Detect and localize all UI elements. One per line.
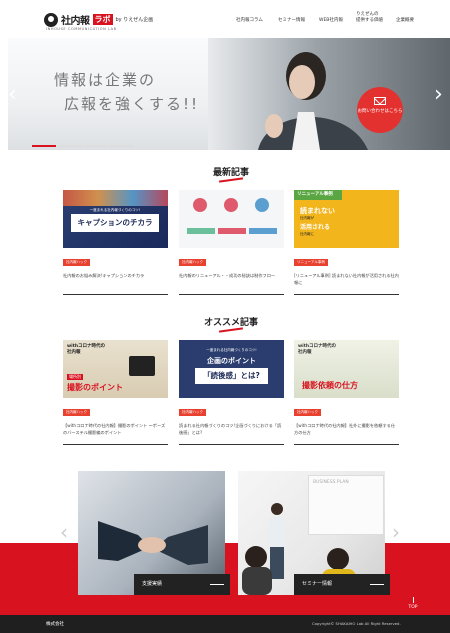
footer-company[interactable]: 株式会社 — [46, 621, 64, 627]
article-card[interactable]: 一度まれる社内報づくりのコツ! キャプションのチカラ 社内報ハック 社内報のお悩… — [63, 190, 168, 295]
thumbnail-text: 社内報 — [298, 350, 312, 355]
nav-item-company[interactable]: 企業概要 — [396, 17, 414, 23]
article-thumbnail[interactable]: withコロナ時代の 社内報 場所別 撮影のポイント — [63, 340, 168, 398]
flow-bar — [249, 228, 277, 234]
article-title[interactable]: 社内報のリニューアル・・成功の秘訣は制作フロー — [179, 272, 284, 288]
slide-label-achievements[interactable]: 支援実績 — [134, 574, 230, 595]
thumbnail-box: 「読後感」とは? — [195, 368, 268, 384]
thumbnail-title: キャプションのチカラ — [71, 214, 159, 232]
thumbnail-text: withコロナ時代の — [67, 344, 106, 349]
flow-step-icon — [224, 198, 238, 212]
recommend-section-title: オススメ記事 — [191, 315, 271, 328]
hero-dot-active[interactable] — [32, 145, 56, 147]
thumbnail-title: 企画のポイント — [207, 357, 256, 365]
thumbnail-header: リニューアル事例 — [294, 190, 342, 200]
hero-dot[interactable] — [84, 145, 108, 147]
thumbnail-strip — [63, 190, 168, 206]
article-title[interactable]: 読まれる社内報づくりのコツ!企画づくりにおける「読後感」とは? — [179, 422, 284, 438]
flow-step-icon — [193, 198, 207, 212]
hero-pagination — [32, 145, 134, 147]
nav-item-value[interactable]: りえぜんの 提供する価値 — [356, 12, 386, 24]
nav-item-column[interactable]: 社内報コラム — [236, 17, 263, 23]
article-card[interactable]: 社内報ハック 社内報のリニューアル・・成功の秘訣は制作フロー — [179, 190, 284, 295]
site-footer: 株式会社 Copyright© SHAKAIHO Lab All Right R… — [0, 615, 450, 633]
thumbnail-line1: withコロナ時代の 社内報 — [298, 344, 336, 356]
category-badge[interactable]: 社内報ハック — [294, 409, 321, 416]
hero-headline: 情報は企業の 広報を強くする!! — [54, 68, 199, 116]
article-card[interactable]: withコロナ時代の 社内報 撮影依頼の仕方 社内報ハック 【withコロナ時代の… — [294, 340, 399, 445]
logo-badge: ラボ — [92, 14, 113, 25]
thumbnail-line4: 社内報に — [300, 232, 314, 236]
hero-headline-line2: 広報を強くする!! — [64, 95, 200, 113]
category-badge[interactable]: リニューアル事例 — [294, 259, 328, 266]
article-thumbnail[interactable]: 一度まれる社内報づくりのコツ! キャプションのチカラ — [63, 190, 168, 248]
hero-dot[interactable] — [110, 145, 134, 147]
article-title[interactable]: 【withコロナ時代の社内報】社外に撮影を依頼する仕方の仕方 — [294, 422, 399, 438]
thumbnail-tag: 場所別 — [67, 374, 83, 380]
article-thumbnail[interactable] — [179, 190, 284, 248]
whiteboard: BUSINESS PLAN — [308, 475, 384, 535]
category-badge[interactable]: 社内報ハック — [63, 409, 90, 416]
article-card[interactable]: 一度まれる社内報づくりのコツ! 企画のポイント 「読後感」とは? 社内報ハック … — [179, 340, 284, 445]
article-thumbnail[interactable]: リニューアル事例 読まれない 社内報が 活用される 社内報に — [294, 190, 399, 248]
nav-item-seminar[interactable]: セミナー情報 — [278, 17, 305, 23]
flow-bar — [218, 228, 246, 234]
slider-next-arrow-icon[interactable]: › — [392, 520, 400, 544]
site-logo[interactable]: 社内報 ラボ by りえぜん企画 — [44, 12, 153, 27]
hero-dot[interactable] — [58, 145, 82, 147]
thumbnail-text: withコロナ時代の — [298, 344, 337, 349]
hero-prev-arrow-icon[interactable]: ‹ — [8, 82, 17, 107]
article-thumbnail[interactable]: withコロナ時代の 社内報 撮影依頼の仕方 — [294, 340, 399, 398]
slide-label-seminar[interactable]: セミナー情報 — [294, 574, 390, 595]
slider-prev-arrow-icon[interactable]: ‹ — [60, 520, 68, 544]
back-to-top-button[interactable]: TOP — [398, 597, 428, 615]
thumbnail-title: 撮影依頼の仕方 — [302, 381, 358, 390]
divider — [179, 444, 284, 445]
nav-item-web[interactable]: WEB社内報 — [319, 17, 343, 23]
thumbnail-subtitle: 一度まれる社内報づくりのコツ! — [206, 348, 257, 352]
latest-section-title: 最新記事 — [191, 165, 271, 178]
thumbnail-line3: 活用される — [300, 224, 331, 231]
hero-photo — [258, 52, 368, 150]
category-badge[interactable]: 社内報ハック — [179, 409, 206, 416]
category-badge[interactable]: 社内報ハック — [63, 259, 90, 266]
handshake-photo — [98, 521, 208, 565]
flow-step-icon — [255, 198, 269, 212]
logo-icon — [44, 12, 58, 27]
site-header: 社内報 ラボ by りえぜん企画 INHOUSE COMMUNICATION L… — [0, 0, 450, 40]
article-title[interactable]: 社内報のお悩み解決!キャプションのチカラ — [63, 272, 168, 288]
flow-bar — [187, 228, 215, 234]
contact-button-label: お問い合わせはこちら — [357, 109, 403, 114]
logo-by: by りえぜん企画 — [115, 17, 154, 23]
footer-copyright: Copyright© SHAKAIHO Lab All Right Reserv… — [312, 621, 401, 626]
hero-headline-line1: 情報は企業の — [54, 71, 157, 89]
thumbnail-title: 撮影のポイント — [67, 383, 123, 392]
divider — [294, 294, 399, 295]
contact-button[interactable]: お問い合わせはこちら — [357, 87, 403, 133]
thumbnail-line1: 読まれない — [300, 207, 335, 215]
thumbnail-subtitle: 一度まれる社内報づくりのコツ! — [89, 208, 141, 212]
logo-subtitle: INHOUSE COMMUNICATION LAB — [46, 27, 117, 31]
hero-next-arrow-icon[interactable]: › — [434, 82, 443, 107]
mail-icon — [374, 97, 386, 105]
article-card[interactable]: withコロナ時代の 社内報 場所別 撮影のポイント 社内報ハック 【withコロ… — [63, 340, 168, 445]
article-title[interactable]: [リニューアル事例] 読まれない社内報が活用される社内報に — [294, 272, 399, 288]
camera-icon — [129, 356, 155, 376]
article-title[interactable]: 【withコロナ時代の社内報】撮影のポイント 〜ポーズのバーステル撮影編のポイン… — [63, 422, 168, 438]
logo-text: 社内報 — [61, 16, 90, 27]
thumbnail-line2: 社内報が — [300, 216, 314, 220]
article-thumbnail[interactable]: 一度まれる社内報づくりのコツ! 企画のポイント 「読後感」とは? — [179, 340, 284, 398]
article-card[interactable]: リニューアル事例 読まれない 社内報が 活用される 社内報に リニューアル事例 … — [294, 190, 399, 295]
divider — [294, 444, 399, 445]
divider — [179, 294, 284, 295]
divider — [63, 444, 168, 445]
category-badge[interactable]: 社内報ハック — [179, 259, 206, 266]
thumbnail-text: 社内報 — [67, 350, 81, 355]
thumbnail-line1: withコロナ時代の 社内報 — [67, 344, 105, 356]
divider — [63, 294, 168, 295]
